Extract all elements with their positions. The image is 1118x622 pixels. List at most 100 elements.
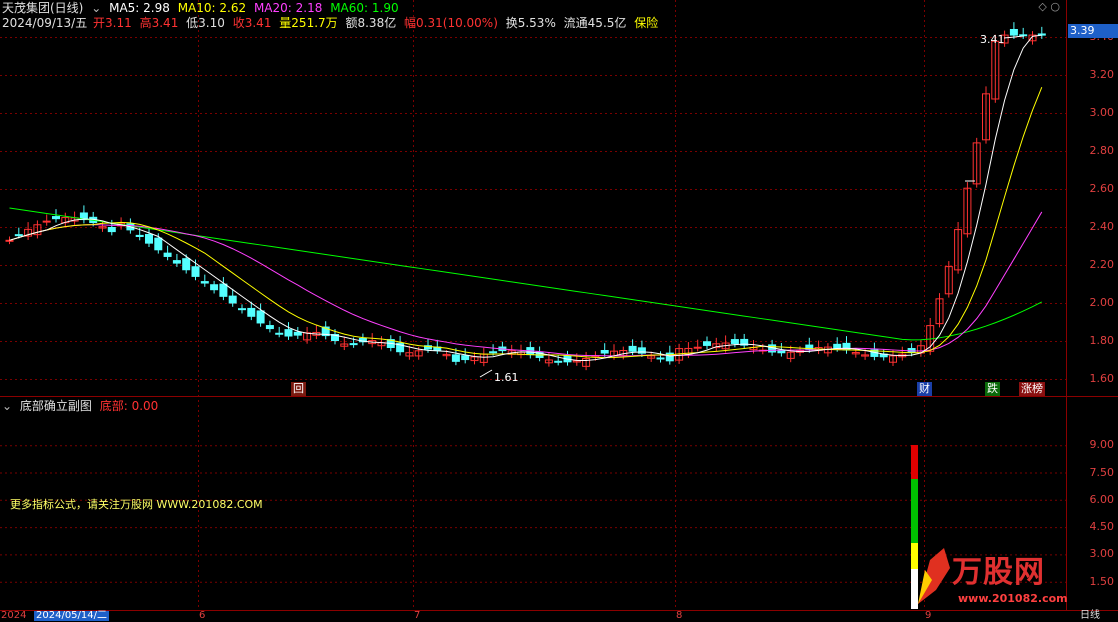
candle-body bbox=[293, 331, 302, 336]
candle-body bbox=[228, 295, 237, 304]
wangu-logo-icon bbox=[918, 548, 950, 604]
badge-die[interactable]: 跌 bbox=[985, 382, 1000, 396]
candle-body bbox=[656, 357, 665, 360]
sub-tick: 7.50 bbox=[1089, 465, 1115, 479]
candle-body bbox=[145, 233, 153, 244]
price-tick: 3.00 bbox=[1089, 106, 1115, 119]
ma20-value: MA20: 2.18 bbox=[253, 1, 323, 15]
candle-body bbox=[451, 354, 460, 362]
ma10-line bbox=[9, 86, 1043, 359]
quote-high: 高3.41 bbox=[139, 16, 179, 30]
month-9: 9 bbox=[925, 610, 932, 621]
candle-body bbox=[247, 307, 256, 317]
ma10-value: MA10: 2.62 bbox=[177, 1, 247, 15]
candle-body bbox=[265, 325, 274, 330]
sub-tick: 1.50 bbox=[1089, 574, 1115, 588]
ma5-line bbox=[9, 34, 1042, 362]
candle-body bbox=[172, 260, 181, 264]
candle-body bbox=[693, 346, 702, 349]
cursor-date: 2024/05/14/二 bbox=[34, 610, 110, 621]
ma5-value: MA5: 2.98 bbox=[109, 1, 170, 15]
bottom-indicator-bar bbox=[911, 445, 918, 609]
quote-open: 开3.11 bbox=[93, 16, 132, 30]
candle-body bbox=[461, 355, 470, 361]
candle-body bbox=[238, 308, 246, 311]
candlesticks bbox=[5, 22, 1046, 371]
sub-tick: 6.00 bbox=[1089, 492, 1115, 506]
candle-body bbox=[200, 281, 209, 284]
ma-header: 天茂集团(日线) ⌄ MA5: 2.98 MA10: 2.62 MA20: 2.… bbox=[2, 0, 403, 16]
grid-lines bbox=[0, 0, 1066, 610]
window-controls[interactable]: ◇ ○ bbox=[1038, 0, 1060, 13]
candle-body bbox=[14, 234, 23, 237]
price-tick: 2.00 bbox=[1089, 296, 1115, 309]
current-price-tag: 3.39 bbox=[1068, 24, 1118, 38]
quote-turnover: 换5.53% bbox=[505, 16, 556, 30]
badge-cai[interactable]: 财 bbox=[917, 382, 932, 396]
diamond-icon[interactable]: ◇ bbox=[1038, 0, 1046, 13]
candle-body bbox=[777, 349, 786, 354]
chevron-down-icon[interactable]: ⌄ bbox=[91, 1, 101, 15]
candle-body bbox=[182, 258, 191, 271]
date-year: 2024 bbox=[1, 610, 27, 621]
kline-chart[interactable] bbox=[0, 0, 1118, 621]
candle-body bbox=[52, 216, 60, 220]
price-tick: 3.20 bbox=[1089, 68, 1115, 81]
candle-body bbox=[1009, 28, 1018, 36]
quote-amount: 额8.38亿 bbox=[345, 16, 397, 30]
logo-url: www.201082.com bbox=[958, 592, 1068, 605]
candle-body bbox=[107, 227, 116, 233]
quote-close: 收3.41 bbox=[232, 16, 272, 30]
quote-tag[interactable]: 保险 bbox=[634, 16, 658, 30]
badge-zhangbang[interactable]: 涨榜 bbox=[1019, 382, 1045, 396]
price-tick: 2.80 bbox=[1089, 144, 1115, 157]
candle-body bbox=[135, 234, 144, 238]
candle-body bbox=[275, 332, 284, 335]
low-arrow bbox=[479, 369, 493, 378]
sub-panel-header: ⌄ 底部确立副图 底部: 0.00 bbox=[2, 398, 162, 414]
price-tick: 1.80 bbox=[1089, 334, 1115, 347]
quote-low: 低3.10 bbox=[186, 16, 225, 30]
candle-body bbox=[219, 283, 228, 297]
candle-body bbox=[284, 329, 293, 337]
sub-panel-title[interactable]: 底部确立副图 bbox=[20, 399, 92, 413]
price-tick: 2.20 bbox=[1089, 258, 1115, 271]
price-tick: 2.40 bbox=[1089, 220, 1115, 233]
ma60-value: MA60: 1.90 bbox=[330, 1, 399, 15]
candle-body bbox=[191, 266, 200, 277]
candle-body bbox=[703, 341, 711, 346]
quote-float-cap: 流通45.5亿 bbox=[563, 16, 627, 30]
sub-tick: 4.50 bbox=[1089, 520, 1115, 534]
high-price-label: 3.41 bbox=[980, 33, 1005, 46]
sub-tick: 9.00 bbox=[1089, 438, 1115, 452]
month-6: 6 bbox=[199, 610, 206, 621]
candle-body bbox=[349, 343, 358, 346]
candle-body bbox=[210, 284, 219, 291]
candle-body bbox=[42, 220, 51, 223]
candle-body bbox=[163, 252, 172, 257]
month-8: 8 bbox=[676, 610, 683, 621]
candle-body bbox=[600, 350, 609, 354]
sub-indicator-value: 底部: 0.00 bbox=[99, 399, 159, 413]
candle-body bbox=[628, 345, 637, 352]
sub-tick: 3.00 bbox=[1089, 547, 1115, 561]
candle-body bbox=[489, 351, 498, 354]
candle-body bbox=[833, 343, 842, 349]
badge-hui[interactable]: 回 bbox=[291, 382, 306, 396]
candle-body bbox=[154, 237, 163, 251]
candle-body bbox=[256, 310, 265, 324]
quote-change: 幅0.31(10.00%) bbox=[404, 16, 498, 30]
price-tick: 1.60 bbox=[1089, 372, 1115, 385]
logo-text: 万股网 bbox=[952, 555, 1045, 590]
quote-header: 2024/09/13/五 开3.11 高3.41 低3.10 收3.41 量25… bbox=[2, 15, 662, 31]
stock-name[interactable]: 天茂集团(日线) bbox=[2, 1, 83, 15]
quote-date: 2024/09/13/五 bbox=[2, 16, 88, 30]
circle-icon[interactable]: ○ bbox=[1050, 0, 1060, 13]
candle-body bbox=[5, 239, 14, 242]
sub-chevron-icon[interactable]: ⌄ bbox=[2, 399, 12, 413]
month-7: 7 bbox=[414, 610, 421, 621]
price-tick: 2.60 bbox=[1089, 182, 1115, 195]
period-label[interactable]: 日线 bbox=[1080, 611, 1100, 621]
low-price-label: 1.61 bbox=[494, 371, 519, 384]
promo-text[interactable]: 更多指标公式，请关注万股网 WWW.201082.COM bbox=[10, 496, 263, 512]
